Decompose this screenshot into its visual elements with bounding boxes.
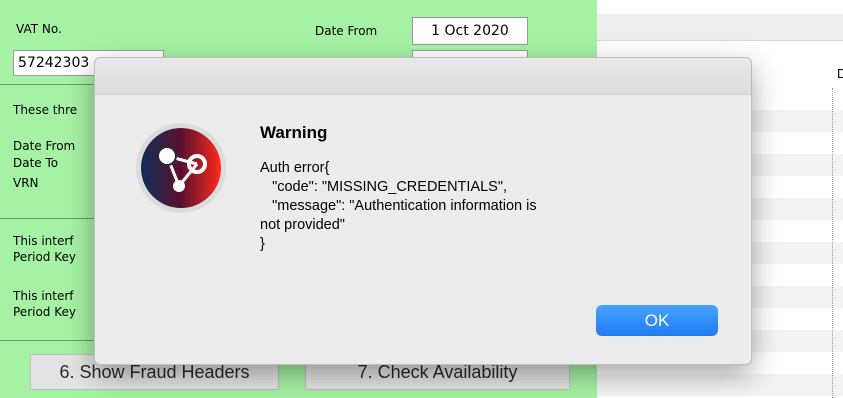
info-text: Period Key — [13, 305, 76, 319]
vat-label: VAT No. — [16, 22, 62, 36]
info-text: These thre — [13, 103, 78, 117]
table-toolbar — [597, 14, 843, 41]
date-from-field[interactable]: 1 Oct 2020 — [412, 17, 528, 45]
info-text: Period Key — [13, 250, 76, 264]
info-date-from: Date From — [13, 139, 76, 153]
dialog-title: Warning — [260, 123, 328, 142]
ok-button[interactable]: OK — [596, 305, 718, 336]
table-row — [597, 374, 843, 396]
info-text: This interf — [13, 234, 74, 248]
dialog-titlebar — [95, 58, 751, 95]
info-date-to: Date To — [13, 156, 59, 170]
info-text: This interf — [13, 289, 74, 303]
info-vrn: VRN — [13, 176, 39, 190]
dialog-message: Auth error{ "code": "MISSING_CREDENTIALS… — [260, 160, 537, 252]
column-header[interactable]: D — [837, 66, 843, 81]
app-network-icon — [136, 123, 226, 213]
warning-dialog: Warning Auth error{ "code": "MISSING_CRE… — [94, 57, 752, 365]
date-from-label: Date From — [315, 24, 378, 38]
column-divider[interactable] — [832, 88, 833, 398]
